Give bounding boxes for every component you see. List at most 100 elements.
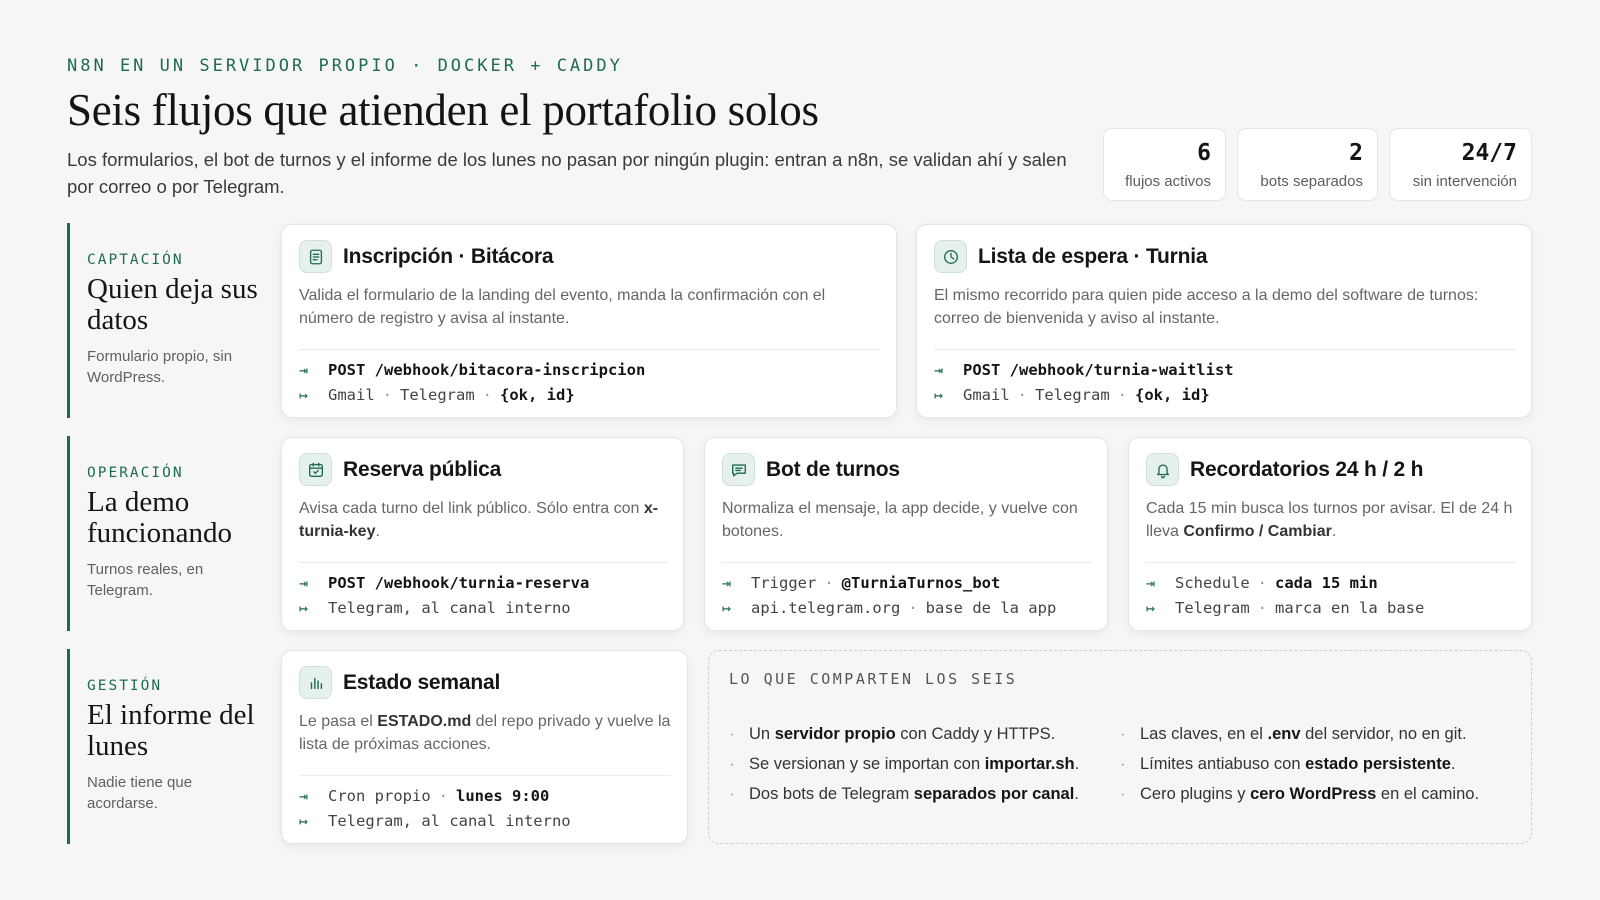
card-description: Avisa cada turno del link público. Sólo … xyxy=(299,500,659,540)
stat-value: 24/7 xyxy=(1461,140,1517,166)
schedule-interval: cada 15 min xyxy=(1275,573,1378,592)
stat-label: sin intervención xyxy=(1412,173,1517,190)
arrow-out-icon: ↦ xyxy=(299,811,309,830)
webhook-endpoint: POST /webhook/bitacora-inscripcion xyxy=(328,360,646,379)
section-title: La demo funcionando xyxy=(87,486,232,549)
trigger-label: Schedule xyxy=(1175,573,1250,592)
section-title: Quien deja sus datos xyxy=(87,273,258,336)
clock-icon xyxy=(934,240,967,273)
section-eyebrow: GESTIÓN xyxy=(87,678,163,694)
shared-column-left: · Un servidor propio con Caddy y HTTPS. ·… xyxy=(729,719,1120,809)
shared-item: · Cero plugins y cero WordPress en el cam… xyxy=(1120,785,1480,803)
card-description: Le pasa el ESTADO.md del repo privado y … xyxy=(299,713,671,753)
arrow-in-icon: ⇥ xyxy=(299,786,309,805)
output-gmail: Gmail xyxy=(328,385,375,404)
arrow-in-icon: ⇥ xyxy=(299,573,309,592)
stat-flujos-activos: 6 flujos activos xyxy=(1103,128,1226,201)
card-output-line: ↦ Gmail · Telegram · {ok, id} xyxy=(934,385,1210,404)
card-estado-semanal[interactable]: Estado semanal Le pasa el ESTADO.md del … xyxy=(281,650,688,844)
output-response: {ok, id} xyxy=(1135,385,1210,404)
output-telegram: Telegram xyxy=(1175,598,1250,617)
card-input-line: ⇥ POST /webhook/turnia-reserva xyxy=(299,570,667,595)
card-title: Reserva pública xyxy=(343,457,502,481)
card-title: Bot de turnos xyxy=(766,457,900,481)
arrow-out-icon: ↦ xyxy=(722,598,732,617)
card-input-line: ⇥ Trigger · @TurniaTurnos_bot xyxy=(722,573,1001,592)
arrow-in-icon: ⇥ xyxy=(299,360,309,379)
estado-file: ESTADO.md xyxy=(377,713,472,730)
card-input-line: ⇥ POST /webhook/bitacora-inscripcion xyxy=(299,357,880,382)
stat-sin-intervencion: 24/7 sin intervención xyxy=(1389,128,1532,201)
card-input-line: ⇥ Cron propio · lunes 9:00 xyxy=(299,786,550,805)
output-api: api.telegram.org xyxy=(751,598,901,617)
arrow-out-icon: ↦ xyxy=(934,385,944,404)
card-lista-espera-turnia[interactable]: Lista de espera · Turnia El mismo recorr… xyxy=(916,224,1532,418)
shared-column-right: · Las claves, en el .env del servidor, no… xyxy=(1120,719,1511,809)
shared-item: · Se versionan y se importan con importar… xyxy=(729,755,1080,773)
shared-title: LO QUE COMPARTEN LOS SEIS xyxy=(729,670,1018,688)
arrow-in-icon: ⇥ xyxy=(1146,573,1156,592)
stat-label: flujos activos xyxy=(1125,173,1211,190)
card-bot-de-turnos[interactable]: Bot de turnos Normaliza el mensaje, la a… xyxy=(704,437,1108,631)
stat-value: 6 xyxy=(1197,140,1211,166)
card-output-line: ↦ Telegram · marca en la base xyxy=(1146,598,1425,617)
card-description: Valida el formulario de la landing del e… xyxy=(299,287,826,327)
stat-value: 2 xyxy=(1349,140,1363,166)
card-inscripcion-bitacora[interactable]: Inscripción · Bitácora Valida el formula… xyxy=(281,224,897,418)
card-title: Recordatorios 24 h / 2 h xyxy=(1190,457,1424,481)
output-telegram: Telegram xyxy=(400,385,475,404)
card-title: Lista de espera · Turnia xyxy=(978,244,1208,268)
bell-icon xyxy=(1146,453,1179,486)
trigger-label: Trigger xyxy=(751,573,817,592)
card-input-line: ⇥ POST /webhook/turnia-waitlist xyxy=(934,357,1515,382)
trigger-label: Cron propio xyxy=(328,786,431,805)
arrow-out-icon: ↦ xyxy=(1146,598,1156,617)
output-response: {ok, id} xyxy=(500,385,575,404)
bot-handle: @TurniaTurnos_bot xyxy=(841,573,1001,592)
section-eyebrow: CAPTACIÓN xyxy=(87,252,184,268)
section-title: El informe del lunes xyxy=(87,699,255,762)
output-gmail: Gmail xyxy=(963,385,1010,404)
shared-item: · Las claves, en el .env del servidor, no… xyxy=(1120,725,1467,743)
card-description: Normaliza el mensaje, la app decide, y v… xyxy=(722,500,1078,540)
card-reserva-publica[interactable]: Reserva pública Avisa cada turno del lin… xyxy=(281,437,684,631)
shared-item: · Dos bots de Telegram separados por cana… xyxy=(729,785,1079,803)
output-base: marca en la base xyxy=(1275,598,1425,617)
arrow-out-icon: ↦ xyxy=(299,385,309,404)
card-title: Inscripción · Bitácora xyxy=(343,244,554,268)
stat-bots-separados: 2 bots separados xyxy=(1237,128,1378,201)
card-title: Estado semanal xyxy=(343,670,501,694)
card-input-line: ⇥ Schedule · cada 15 min xyxy=(1146,573,1378,592)
calendar-icon xyxy=(299,453,332,486)
shared-features-panel: LO QUE COMPARTEN LOS SEIS · Un servidor p… xyxy=(708,650,1532,844)
schedule-time: lunes 9:00 xyxy=(456,786,550,805)
output-telegram: Telegram, al canal interno xyxy=(328,811,571,830)
section-operacion: OPERACIÓN La demo funcionando Turnos rea… xyxy=(67,436,267,631)
page-title: Seis flujos que atienden el portafolio s… xyxy=(67,85,819,135)
webhook-endpoint: POST /webhook/turnia-waitlist xyxy=(963,360,1234,379)
stats-row: 6 flujos activos 2 bots separados 24/7 s… xyxy=(1103,128,1532,201)
card-recordatorios[interactable]: Recordatorios 24 h / 2 h Cada 15 min bus… xyxy=(1128,437,1532,631)
section-eyebrow: OPERACIÓN xyxy=(87,465,184,481)
section-description: Turnos reales, en Telegram. xyxy=(87,561,204,599)
output-base: base de la app xyxy=(925,598,1057,617)
card-output-line: ↦ api.telegram.org · base de la app xyxy=(722,598,1057,617)
page-subtitle: Los formularios, el bot de turnos y el i… xyxy=(67,149,1067,197)
card-output-line: ↦ Telegram, al canal interno xyxy=(299,808,671,833)
arrow-in-icon: ⇥ xyxy=(934,360,944,379)
card-output-line: ↦ Gmail · Telegram · {ok, id} xyxy=(299,385,575,404)
output-telegram: Telegram xyxy=(1035,385,1110,404)
page-eyebrow: N8N EN UN SERVIDOR PROPIO · DOCKER + CAD… xyxy=(67,56,623,76)
section-captacion: CAPTACIÓN Quien deja sus datos Formulari… xyxy=(67,223,267,418)
card-description: El mismo recorrido para quien pide acces… xyxy=(934,287,1479,327)
shared-item: · Límites antiabuso con estado persistent… xyxy=(1120,755,1456,773)
arrow-in-icon: ⇥ xyxy=(722,573,732,592)
document-icon xyxy=(299,240,332,273)
section-description: Nadie tiene que acordarse. xyxy=(87,774,193,812)
reminder-buttons: Confirmo / Cambiar xyxy=(1183,523,1332,540)
bar-chart-icon xyxy=(299,666,332,699)
arrow-out-icon: ↦ xyxy=(299,598,309,617)
card-output-line: ↦ Telegram, al canal interno xyxy=(299,595,667,620)
card-description: Cada 15 min busca los turnos por avisar.… xyxy=(1146,500,1513,540)
shared-item: · Un servidor propio con Caddy y HTTPS. xyxy=(729,725,1056,743)
